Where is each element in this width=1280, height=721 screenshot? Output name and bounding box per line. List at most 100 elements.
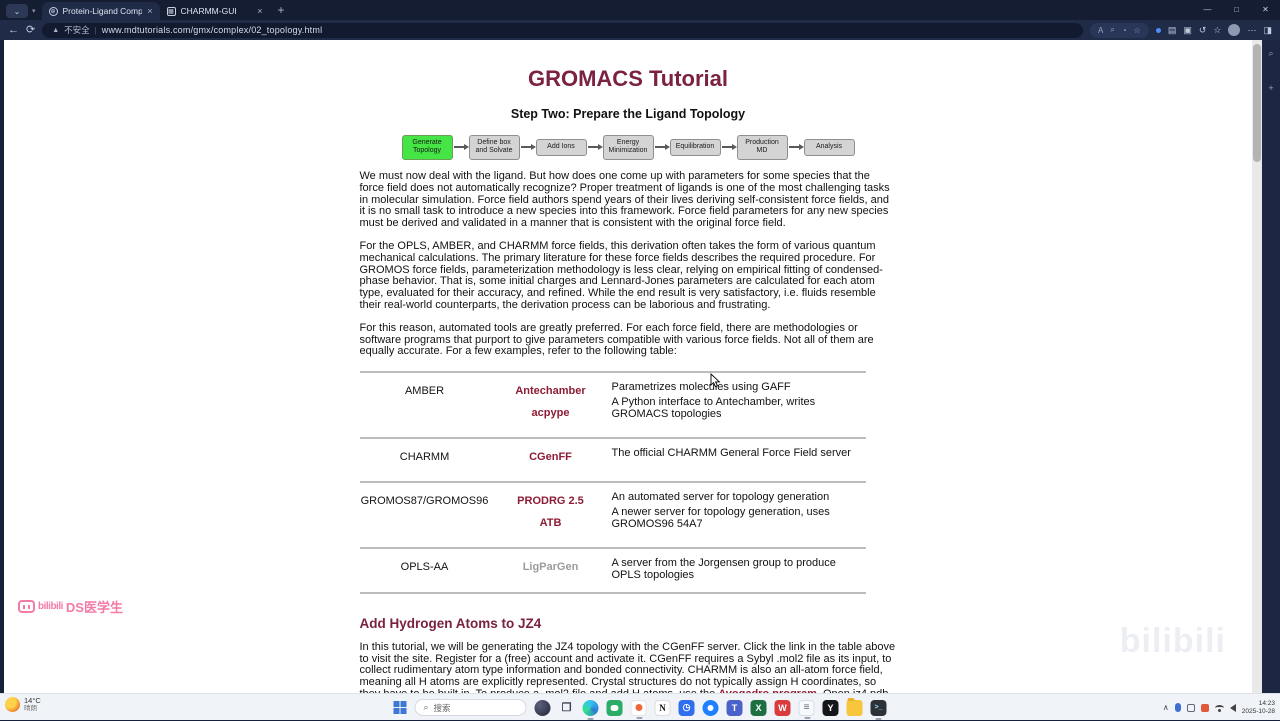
close-tab-icon[interactable]: × [257,6,262,16]
maximize-button[interactable]: □ [1222,0,1251,19]
address-bar[interactable]: ▲ 不安全 | www.mdtutorials.com/gmx/complex/… [42,22,1083,38]
edge-browser-icon[interactable] [582,699,599,720]
table-row: CHARMM CGenFF The official CHARMM Genera… [359,437,866,481]
recorder-app-icon[interactable] [630,699,647,719]
favorites-icon[interactable]: ☆ [1134,26,1141,35]
security-warning-icon: ▲ [52,26,60,34]
wps-icon[interactable]: W [774,699,791,716]
taskbar-search-input[interactable]: ⌕ 搜索 [414,699,527,716]
forcefield-name: GROMOS87/GROMOS96 [360,495,489,508]
tool-description: The official CHARMM General Force Field … [611,447,851,460]
excel-icon[interactable]: X [750,699,767,716]
yuque-app-icon[interactable]: Y [822,699,839,716]
flow-arrow [453,144,469,151]
globe-favicon-icon: ⊕ [48,6,58,16]
new-tab-button[interactable]: + [278,3,285,17]
clock-time: 14:23 [1258,699,1275,707]
link-atb[interactable]: ATB [490,517,612,529]
recording-tray-icon[interactable] [1200,703,1209,712]
back-icon[interactable]: ← [8,24,19,36]
notion-icon[interactable]: N [654,699,671,716]
link-cgenff[interactable]: CGenFF [490,451,612,463]
search-label: 搜索 [433,702,451,713]
table-row: OPLS-AA LigParGen A server from the Jorg… [359,547,866,594]
browser-toolbar: ← ⟳ ▲ 不安全 | www.mdtutorials.com/gmx/comp… [0,20,1280,40]
tab-title: Protein-Ligand Complex [62,6,143,16]
flow-step-equilibration[interactable]: Equilibration [669,139,721,156]
sidebar-toggle-icon[interactable]: ◨ [1263,25,1272,36]
task-view-icon[interactable]: ❐ [559,700,575,716]
taskbar-clock[interactable]: 14:23 2025-10-28 [1242,700,1275,716]
taskbar-center-icons: ⌕ 搜索 ❐ N ◷ T X W ≡ Y >_ [393,694,887,721]
tab-actions-menu-button[interactable]: ⌄ [6,4,28,18]
clock-app-icon[interactable]: ◷ [678,699,695,716]
collections-icon[interactable]: ☆ [1213,25,1221,36]
blue-round-app-icon[interactable] [702,699,719,716]
link-prodrg[interactable]: PRODRG 2.5 [490,495,612,507]
tab-protein-ligand-complex[interactable]: ⊕ Protein-Ligand Complex × [41,2,160,20]
profile-avatar[interactable] [1228,24,1241,36]
page-scrollbar[interactable] [1252,40,1262,693]
clock-date: 2025-10-28 [1241,707,1275,715]
paragraph-derivation: For the OPLS, AMBER, and CHARMM force fi… [359,240,883,311]
weather-widget[interactable]: 14°C 晴朗 [5,697,41,712]
forcefield-name: AMBER [404,385,445,398]
browser-tab-bar: ⌄ ▾ ⊕ Protein-Ligand Complex × ▦ CHARMM-… [0,0,1280,20]
flow-step-energy-minimization[interactable]: Energy Minimization [602,135,654,160]
force-field-table: AMBER Antechamber acpype Parametrizes mo… [359,371,866,594]
url-text[interactable]: www.mdtutorials.com/gmx/complex/02_topol… [102,25,323,35]
translate-icon[interactable]: A [1098,26,1103,35]
refresh-icon[interactable]: ⟳ [26,24,35,36]
more-menu-icon[interactable]: ⋯ [1247,25,1256,36]
flow-arrow [788,144,804,151]
terminal-icon[interactable]: >_ [870,699,887,720]
flow-step-generate-topology[interactable]: Generate Topology [401,135,453,160]
file-explorer-icon[interactable] [846,697,863,716]
history-icon[interactable]: ↺ [1199,25,1207,36]
tab-charmm-gui[interactable]: ▦ CHARMM-GUI × [160,2,270,20]
paragraph-tools: For this reason, automated tools are gre… [359,322,874,358]
flow-step-add-ions[interactable]: Add Ions [535,139,587,156]
link-acpype[interactable]: acpype [490,407,612,419]
link-antechamber[interactable]: Antechamber [490,385,612,397]
tool-description: A newer server for topology generation, … [611,505,830,530]
flow-step-analysis[interactable]: Analysis [803,139,855,156]
volume-icon[interactable] [1229,703,1236,712]
notepad-icon[interactable]: ≡ [798,699,815,719]
close-window-button[interactable]: ✕ [1251,0,1280,19]
tab-list-caret-icon[interactable]: ▾ [32,7,36,15]
close-tab-icon[interactable]: × [147,6,152,16]
page-subtitle: Step Two: Prepare the Ligand Topology [510,107,746,121]
sidebar-search-icon[interactable]: ⌕ [1268,48,1273,59]
paragraph-text: In this tutorial, we will be generating … [359,641,896,693]
flow-step-production-md[interactable]: Production MD [736,135,788,160]
find-on-page-icon[interactable]: ⌕ [1110,25,1114,35]
wifi-icon[interactable] [1214,704,1224,712]
bilibili-logo-text: bilibili [38,601,63,612]
link-ligpargen[interactable]: LigParGen [490,561,612,573]
reading-mode-icon[interactable]: ◔ [1122,26,1127,35]
copilot-icon[interactable] [534,699,551,716]
weather-sun-icon [5,697,20,712]
minimize-button[interactable]: — [1193,0,1222,19]
extension-badge-dot[interactable] [1155,27,1161,33]
tool-description: A Python interface to Antechamber, write… [611,395,816,420]
tool-description: A server from the Jorgensen group to pro… [611,557,836,581]
wechat-icon[interactable] [606,699,623,716]
ime-tray-icon[interactable] [1186,703,1195,712]
extension-screenshot-icon[interactable]: ▣ [1183,25,1192,36]
forcefield-name: OPLS-AA [400,561,449,574]
teams-icon[interactable]: T [726,699,743,716]
flow-step-define-box[interactable]: Define box and Solvate [468,135,520,160]
microphone-tray-icon[interactable] [1174,703,1181,712]
security-warning-label[interactable]: 不安全 [64,24,90,36]
flow-arrow [587,144,603,151]
flow-arrow [654,144,670,151]
page-title: GROMACS Tutorial [527,66,729,91]
weather-temperature: 14°C [24,696,41,705]
scrollbar-thumb[interactable] [1253,44,1261,162]
sidebar-add-icon[interactable]: + [1268,83,1273,93]
extension-page-icon[interactable]: ▤ [1168,25,1177,36]
start-button[interactable] [393,701,407,714]
tray-chevron-up-icon[interactable]: ∧ [1163,703,1169,712]
